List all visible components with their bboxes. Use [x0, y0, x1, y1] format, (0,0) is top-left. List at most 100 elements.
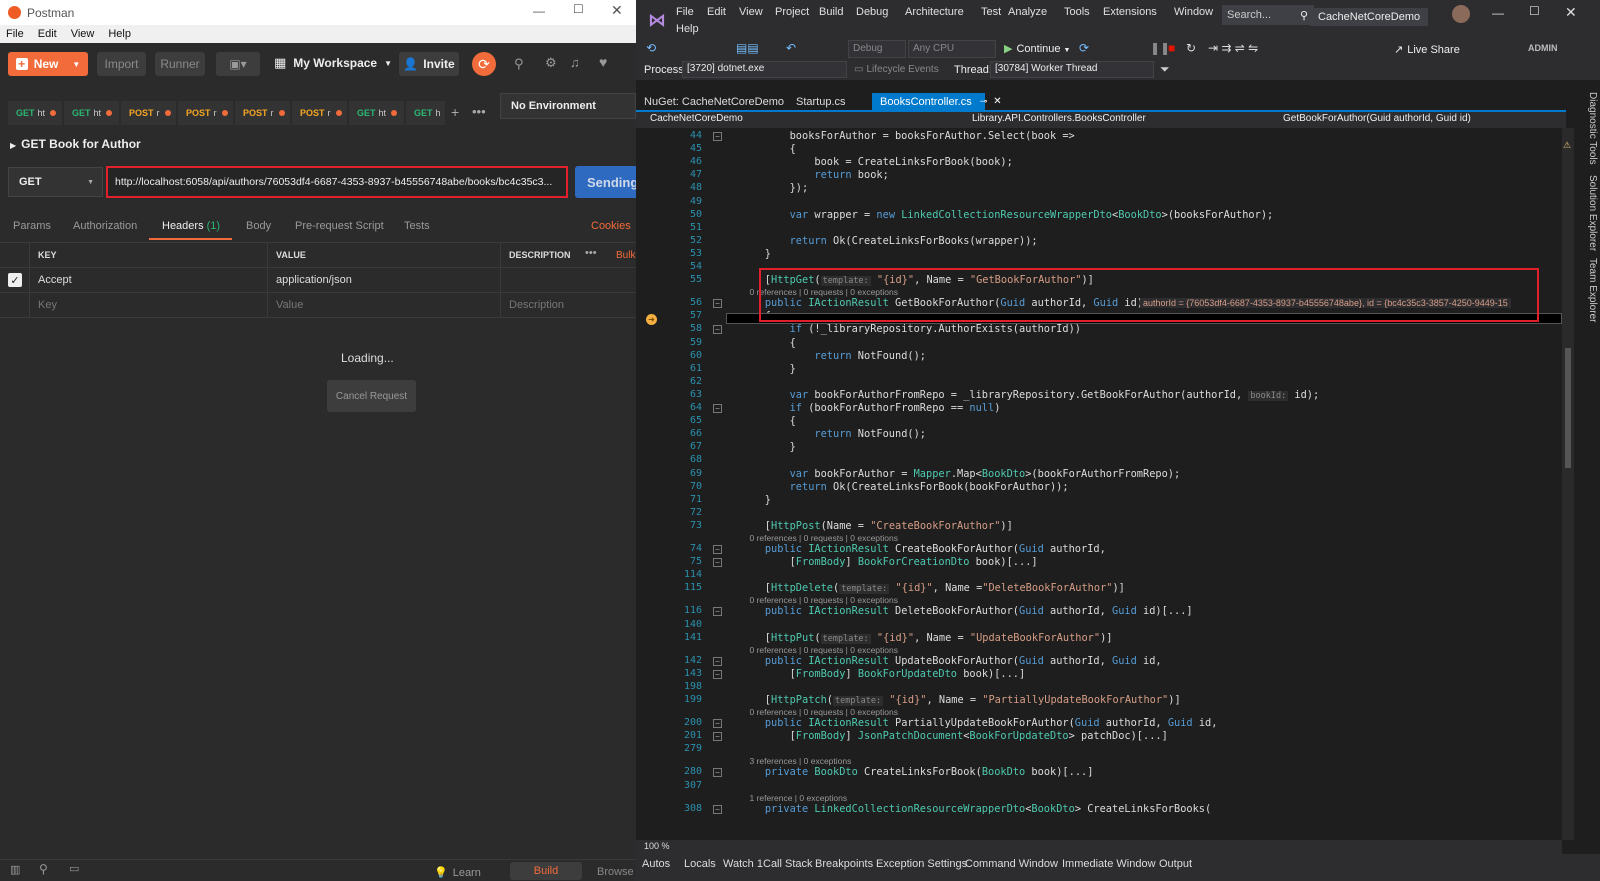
editor-scrollbar[interactable]: ⚠ — [1562, 128, 1574, 840]
request-tab-7[interactable]: GET ht — [349, 101, 405, 125]
request-tab-1[interactable]: GET ht — [8, 101, 63, 125]
bottom-tab-exception-settings[interactable]: Exception Settings — [876, 858, 967, 870]
tab-startup[interactable]: Startup.cs — [788, 93, 854, 110]
fold-toggle-icon[interactable]: − — [713, 132, 722, 141]
tab-nuget[interactable]: NuGet: CacheNetCoreDemo — [636, 93, 792, 110]
heart-icon[interactable]: ♥ — [599, 54, 607, 70]
fold-toggle-icon[interactable]: − — [713, 558, 722, 568]
header-description-cell[interactable] — [501, 268, 636, 292]
tab-params[interactable]: Params — [13, 220, 51, 232]
undo-icon[interactable]: ↶ — [786, 41, 796, 55]
fold-toggle-icon[interactable]: − — [713, 768, 722, 778]
zoom-select[interactable]: 100 % — [636, 840, 1562, 854]
codelens-info[interactable]: 3 references | 0 exceptions — [740, 756, 851, 766]
minimize-button[interactable]: — — [533, 4, 545, 18]
new-tab-options-button[interactable]: ▣▾ — [216, 52, 260, 76]
lifecycle-events-button[interactable]: ▭ Lifecycle Events — [854, 64, 939, 75]
avatar[interactable] — [1452, 5, 1470, 23]
tab-bookscontroller[interactable]: BooksController.cs ⊸ ✕ — [872, 93, 1002, 110]
header-value-cell[interactable]: application/json — [268, 268, 501, 292]
menu-edit[interactable]: Edit — [38, 28, 57, 40]
menu-view[interactable]: View — [71, 28, 95, 40]
fold-toggle-icon[interactable]: − — [713, 325, 722, 335]
thread-select[interactable]: [30784] Worker Thread — [990, 61, 1154, 78]
more-tabs-icon[interactable]: ••• — [472, 104, 486, 119]
stop-icon[interactable]: ■ — [1168, 41, 1175, 55]
codelens-info[interactable]: 1 reference | 0 exceptions — [740, 793, 847, 803]
fold-toggle-icon[interactable]: − — [713, 404, 722, 413]
menu-debug[interactable]: Debug — [856, 6, 888, 18]
add-tab-icon[interactable]: + — [451, 104, 459, 120]
menu-view[interactable]: View — [739, 6, 763, 18]
environment-selector[interactable]: No Environment — [500, 93, 636, 119]
vs-search-input[interactable]: Search... ⚲ — [1222, 5, 1314, 25]
fold-toggle-icon[interactable]: − — [713, 545, 722, 554]
menu-file[interactable]: File — [676, 6, 694, 18]
codelens-info[interactable]: 0 references | 0 requests | 0 exceptions — [740, 707, 898, 717]
invite-button[interactable]: 👤 Invite — [399, 52, 459, 76]
request-tab-5[interactable]: POST r — [235, 101, 291, 125]
menu-test[interactable]: Test — [981, 6, 1001, 18]
bulk-edit-link[interactable]: Bulk — [616, 250, 635, 261]
sidebar-toggle-icon[interactable]: ▥ — [10, 863, 20, 876]
cancel-request-button[interactable]: Cancel Request — [327, 380, 416, 412]
close-button[interactable]: ✕ — [611, 2, 623, 19]
close-button[interactable]: ✕ — [1565, 4, 1577, 21]
header-enabled-checkbox[interactable]: ✓ — [8, 273, 22, 287]
bottom-tab-command-window[interactable]: Command Window — [965, 858, 1058, 870]
menu-help[interactable]: Help — [676, 23, 699, 35]
platform-select[interactable]: Any CPU — [908, 40, 996, 58]
nav-class-select[interactable]: Library.API.Controllers.BooksController — [972, 113, 1146, 124]
bell-icon[interactable]: ♫ — [570, 55, 580, 70]
tab-authorization[interactable]: Authorization — [73, 220, 137, 232]
request-tab-2[interactable]: GET ht — [64, 101, 120, 125]
nav-member-select[interactable]: GetBookForAuthor(Guid authorId, Guid id) — [1283, 113, 1471, 124]
menu-analyze[interactable]: Analyze — [1008, 6, 1047, 18]
restart-icon[interactable]: ⟳ — [1079, 41, 1089, 55]
new-key-input[interactable]: Key — [30, 293, 268, 317]
learn-link[interactable]: 💡 Learn — [434, 866, 481, 879]
new-button[interactable]: + New ▼ — [8, 52, 88, 76]
fold-toggle-icon[interactable]: − — [713, 607, 722, 617]
restart-debug-icon[interactable]: ↻ — [1186, 41, 1196, 55]
fold-toggle-icon[interactable]: − — [713, 732, 722, 742]
bottom-tab-immediate-window[interactable]: Immediate Window — [1062, 858, 1156, 870]
header-key-cell[interactable]: Accept — [30, 268, 268, 292]
menu-edit[interactable]: Edit — [707, 6, 726, 18]
bottom-tab-output[interactable]: Output — [1159, 858, 1192, 870]
side-tab-diagnostic-tools[interactable]: Diagnostic Tools — [1587, 92, 1598, 165]
breakpoint-arrow-icon[interactable]: ➜ — [646, 314, 657, 325]
browse-mode-button[interactable]: Browse — [597, 866, 634, 878]
request-tab-6[interactable]: POST r — [292, 101, 348, 125]
continue-button[interactable]: ▶ Continue ▼ — [1004, 42, 1070, 55]
codelens-info[interactable]: 0 references | 0 requests | 0 exceptions — [740, 595, 898, 605]
search-icon[interactable]: ⚲ — [39, 862, 48, 876]
sync-icon[interactable]: ⟳ — [472, 52, 496, 76]
data-tip[interactable]: authorId = {76053df4-6687-4353-8937-b455… — [1140, 298, 1511, 308]
scrollbar-thumb[interactable] — [1565, 348, 1571, 468]
import-button[interactable]: Import — [97, 52, 146, 76]
fold-toggle-icon[interactable]: − — [713, 299, 722, 309]
fold-toggle-icon[interactable]: − — [713, 719, 722, 729]
codelens-info[interactable]: 0 references | 0 requests | 0 exceptions — [740, 533, 898, 543]
live-share-button[interactable]: ↗ Live Share — [1394, 43, 1460, 56]
tab-body[interactable]: Body — [246, 220, 271, 232]
fold-toggle-icon[interactable]: − — [713, 669, 722, 679]
request-name[interactable]: ▶ GET Book for Author — [10, 137, 141, 151]
new-description-input[interactable]: Description — [501, 293, 636, 317]
fold-toggle-icon[interactable]: − — [713, 804, 722, 814]
menu-file[interactable]: File — [6, 28, 24, 40]
workspace-selector[interactable]: ▦ My Workspace ▼ — [274, 55, 392, 71]
fold-toggle-icon[interactable]: − — [713, 656, 722, 666]
more-options-icon[interactable]: ••• — [585, 247, 597, 259]
maximize-button[interactable]: ☐ — [1529, 4, 1540, 18]
send-button[interactable]: Sending — [575, 166, 636, 198]
settings-wrench-icon[interactable]: ⚙ — [545, 55, 557, 71]
tab-pre-request-script[interactable]: Pre-request Script — [295, 220, 384, 232]
bottom-tab-breakpoints[interactable]: Breakpoints — [815, 858, 873, 870]
method-select[interactable]: GET ▼ — [8, 167, 103, 197]
bottom-tab-autos[interactable]: Autos — [642, 858, 670, 870]
request-tab-8[interactable]: GET h — [406, 101, 446, 125]
build-mode-button[interactable]: Build — [510, 862, 582, 880]
codelens-info[interactable]: 0 references | 0 requests | 0 exceptions — [740, 645, 898, 655]
